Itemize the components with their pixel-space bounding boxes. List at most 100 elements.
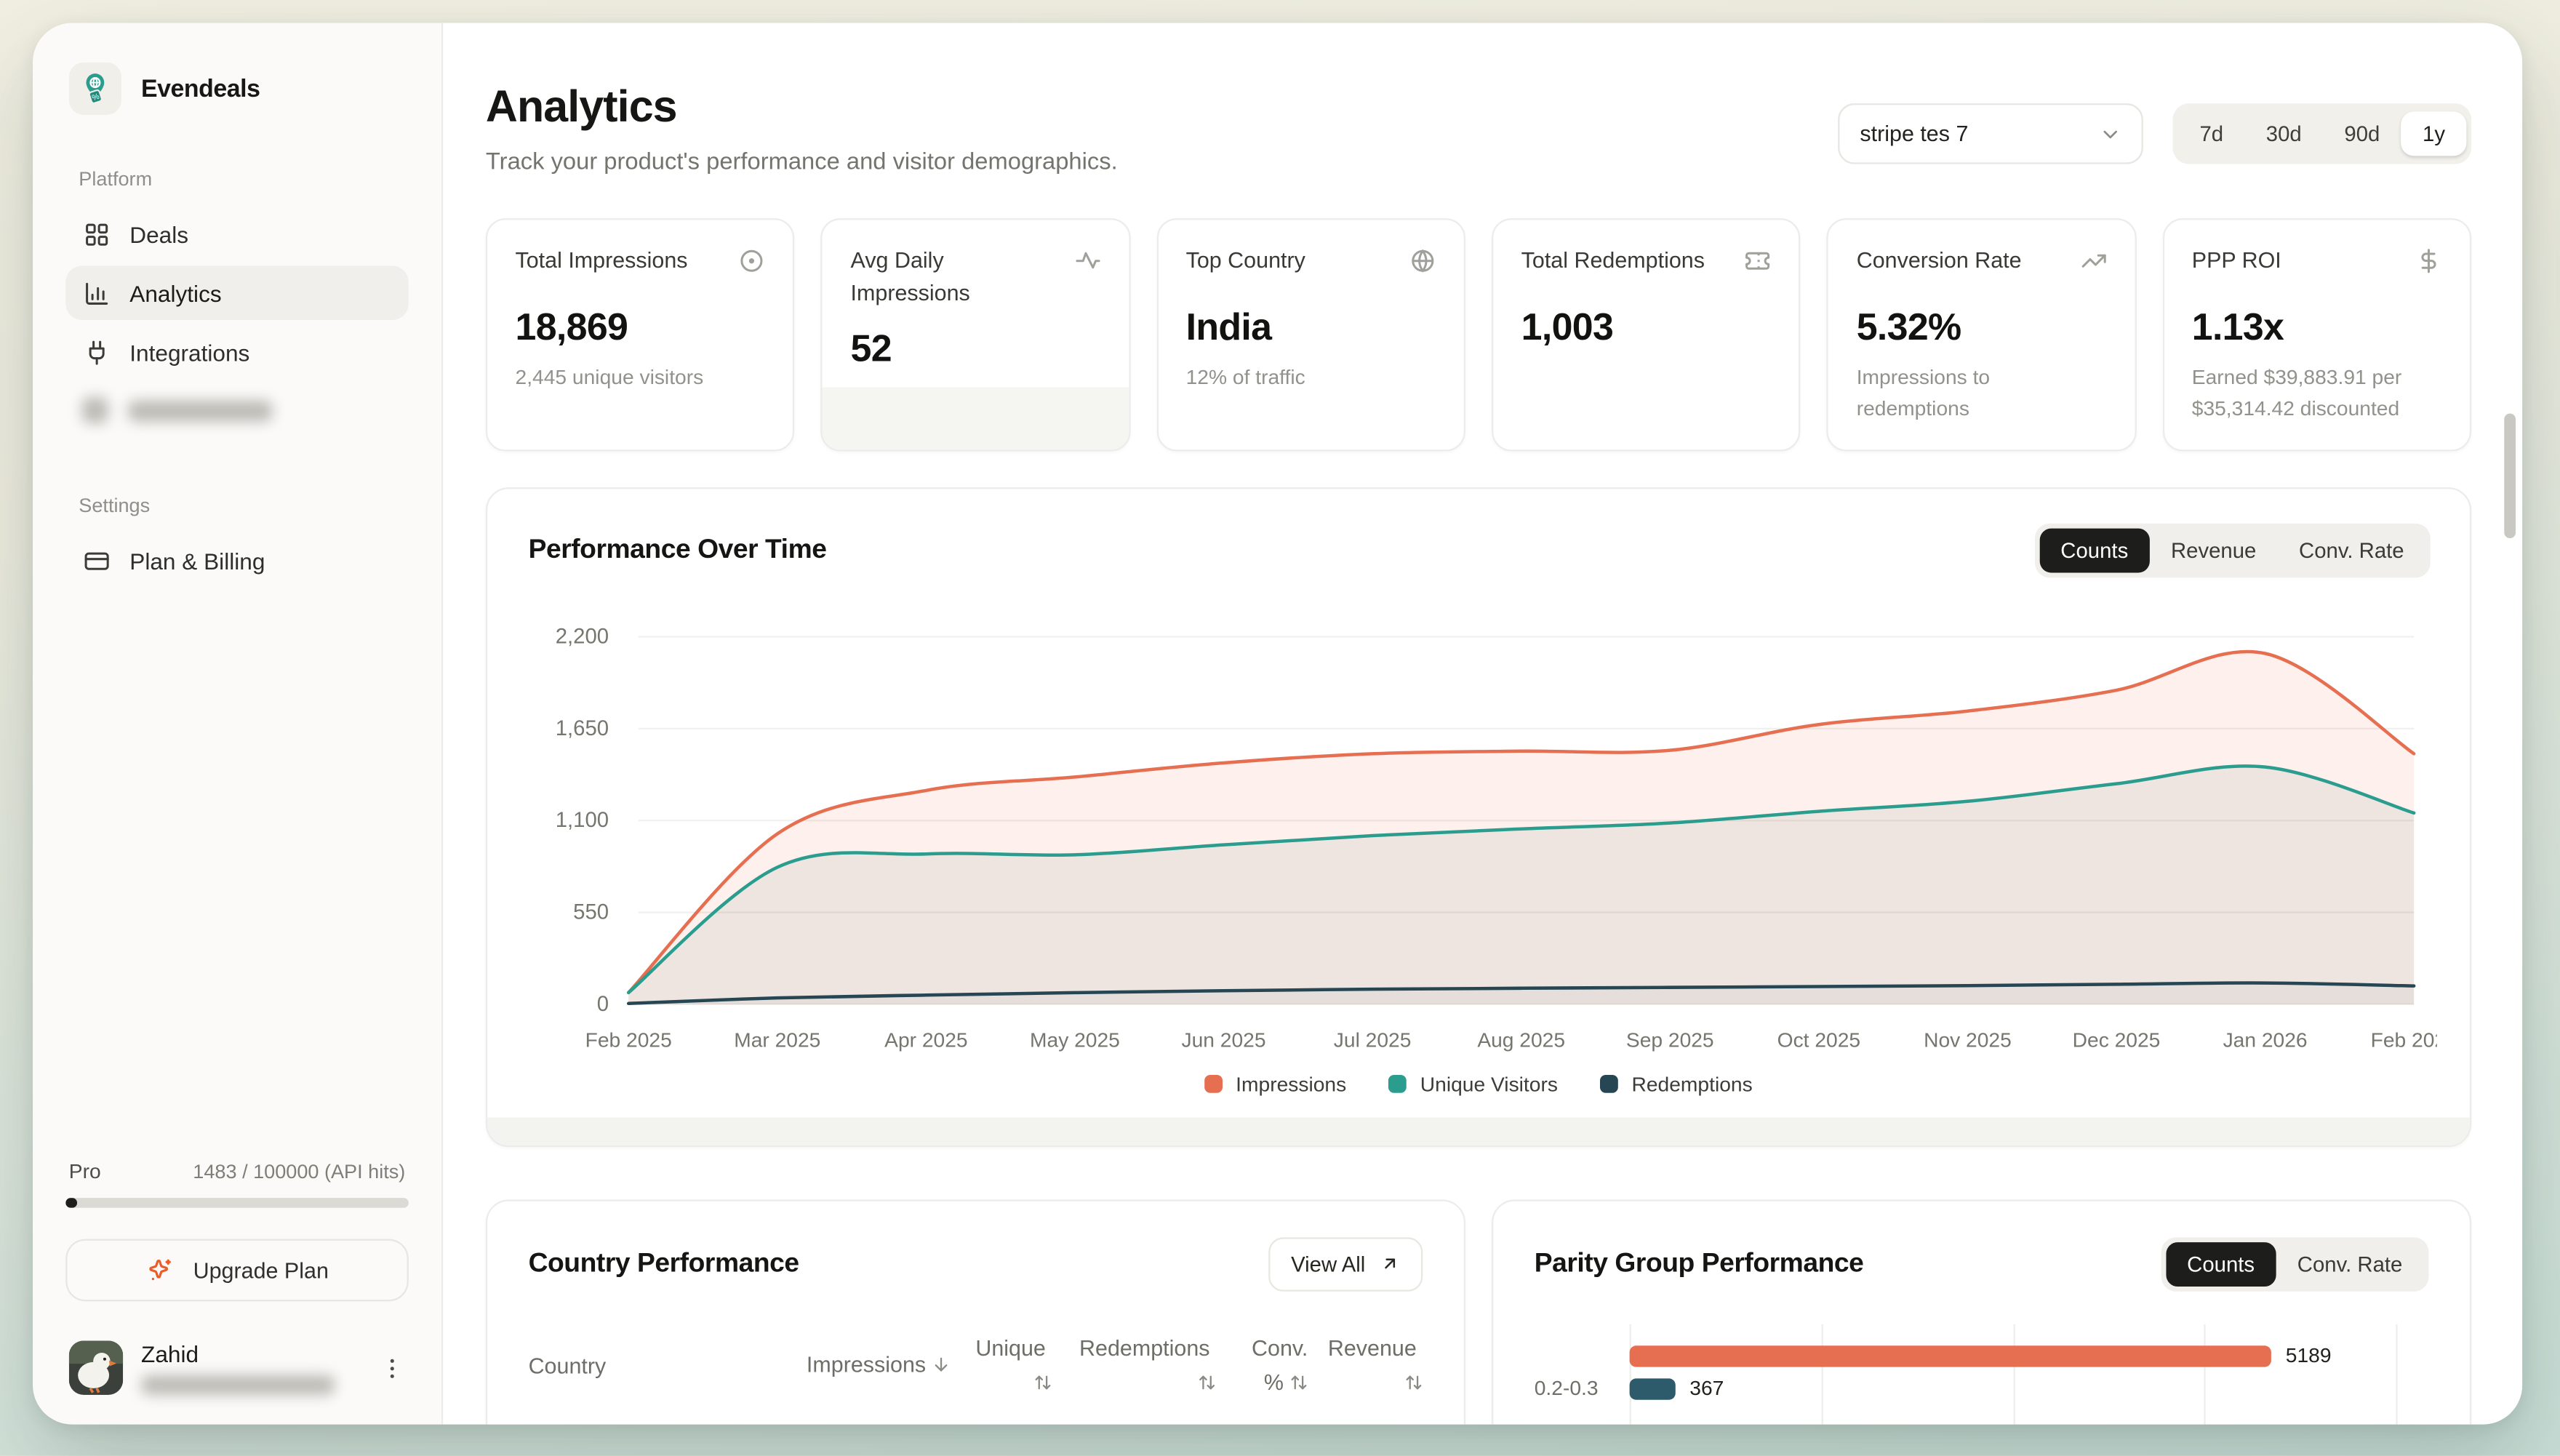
stat-title: Total Redemptions (1521, 244, 1705, 278)
legend-label: Redemptions (1632, 1073, 1753, 1096)
column-unique[interactable]: Unique (964, 1332, 1052, 1403)
settings-section-label: Settings (79, 494, 395, 517)
stat-value: India (1186, 305, 1436, 350)
api-usage-progress (65, 1198, 409, 1208)
redacted-icon (82, 397, 108, 423)
user-name: Zahid (141, 1342, 335, 1365)
upgrade-plan-button[interactable]: Upgrade Plan (65, 1239, 409, 1302)
svg-text:Oct 2025: Oct 2025 (1777, 1028, 1860, 1051)
ellipsis-vertical-icon[interactable] (379, 1355, 405, 1381)
stat-cards: Total Impressions 18,869 2,445 unique vi… (486, 218, 2471, 451)
svg-text:Sep 2025: Sep 2025 (1626, 1028, 1714, 1051)
api-usage-progress-fill (65, 1198, 77, 1208)
legend-label: Unique Visitors (1420, 1073, 1558, 1096)
performance-metric-tabs: Counts Revenue Conv. Rate (2034, 523, 2431, 577)
dollar-icon (2415, 248, 2441, 278)
stat-value: 1.13x (2192, 305, 2442, 350)
tab-conv-rate[interactable]: Conv. Rate (2278, 528, 2425, 572)
svg-text:Jan 2026: Jan 2026 (2223, 1028, 2308, 1051)
sidebar-item-label: Integrations (129, 339, 249, 365)
view-all-label: View All (1291, 1252, 1365, 1276)
stat-card-top-country: Top Country India 12% of traffic (1156, 218, 1465, 451)
stat-subtext: 12% of traffic (1186, 363, 1436, 393)
settings-nav: Plan & Billing (65, 533, 409, 592)
column-redemptions[interactable]: Redemptions (1065, 1332, 1216, 1403)
credit-card-icon (82, 546, 110, 574)
svg-text:Mar 2025: Mar 2025 (734, 1028, 820, 1051)
page-title: Analytics (486, 82, 1118, 133)
unique-visitors-swatch-icon (1389, 1076, 1407, 1094)
stat-value: 5.32% (1857, 305, 2107, 350)
impressions-bar[interactable] (1630, 1345, 2271, 1367)
sidebar-item-analytics[interactable]: Analytics (65, 266, 409, 320)
tab-parity-counts[interactable]: Counts (2166, 1242, 2276, 1287)
parity-gridlines (1630, 1324, 2396, 1424)
tab-counts[interactable]: Counts (2039, 528, 2150, 572)
sidebar-item-integrations[interactable]: Integrations (65, 325, 409, 379)
performance-title: Performance Over Time (529, 535, 827, 566)
trending-up-icon (2080, 248, 2106, 278)
upgrade-plan-label: Upgrade Plan (193, 1258, 329, 1283)
plan-name: Pro (69, 1160, 101, 1183)
vertical-scrollbar-thumb[interactable] (2504, 414, 2516, 538)
brand-name: Evendeals (141, 75, 260, 103)
sidebar-item-label: Plan & Billing (129, 548, 265, 574)
product-select[interactable]: stripe tes 7 (1839, 103, 2144, 164)
sidebar-item-redacted[interactable] (65, 384, 409, 436)
stat-card-total-impressions: Total Impressions 18,869 2,445 unique vi… (486, 218, 795, 451)
column-country[interactable]: Country (529, 1350, 793, 1384)
evendeals-logo-icon: % (69, 63, 121, 115)
tab-revenue[interactable]: Revenue (2150, 528, 2278, 572)
column-revenue[interactable]: Revenue (1321, 1332, 1423, 1403)
legend-unique-visitors: Unique Visitors (1389, 1073, 1558, 1096)
user-menu[interactable]: Zahid (65, 1340, 409, 1394)
svg-text:Feb 2026: Feb 2026 (2371, 1028, 2437, 1051)
stat-value: 18,869 (516, 305, 766, 350)
stat-subtext: Impressions to redemptions (1857, 363, 2107, 425)
stat-card-ppp-roi: PPP ROI 1.13x Earned $39,883.91 per $35,… (2162, 218, 2471, 451)
range-30d-button[interactable]: 30d (2244, 111, 2323, 156)
stat-subtext: 2,445 unique visitors (516, 363, 766, 393)
date-range-toggle: 7d 30d 90d 1y (2173, 103, 2471, 164)
arrow-up-right-icon (1380, 1254, 1400, 1273)
desktop-background: % Evendeals Platform Deals (0, 0, 2560, 1456)
brand[interactable]: % Evendeals (65, 63, 409, 115)
plug-icon (82, 338, 110, 366)
stat-title: Conversion Rate (1857, 244, 2022, 278)
sidebar-item-deals[interactable]: Deals (65, 207, 409, 260)
svg-text:Feb 2025: Feb 2025 (585, 1028, 672, 1051)
ticket-icon (1745, 248, 1771, 278)
product-select-value: stripe tes 7 (1860, 121, 1968, 146)
svg-text:550: 550 (573, 900, 609, 924)
sidebar-spacer (65, 593, 409, 1161)
redemptions-bar[interactable] (1630, 1378, 1675, 1399)
country-table-header: Country Impressions Unique Redemptions C… (529, 1332, 1423, 1425)
platform-nav: Deals Analytics Integrations (65, 207, 409, 441)
range-1y-button[interactable]: 1y (2401, 111, 2467, 156)
parity-category-label: 0.2-0.3 (1535, 1377, 1607, 1400)
stat-card-conversion-rate: Conversion Rate 5.32% Impressions to red… (1827, 218, 2136, 451)
sidebar-item-plan-billing[interactable]: Plan & Billing (65, 533, 409, 587)
view-all-button[interactable]: View All (1268, 1237, 1423, 1291)
stat-value: 52 (851, 326, 1101, 370)
stat-title: Top Country (1186, 244, 1305, 278)
sort-icon (1034, 1368, 1052, 1402)
legend-label: Impressions (1236, 1073, 1346, 1096)
header-controls: stripe tes 7 7d 30d 90d 1y (1839, 103, 2471, 164)
api-usage-text: 1483 / 100000 (API hits) (193, 1160, 405, 1183)
svg-text:2,200: 2,200 (556, 624, 609, 648)
performance-chart: 05501,1001,6502,200Feb 2025Mar 2025Apr 2… (524, 610, 2437, 1103)
tab-parity-conv-rate[interactable]: Conv. Rate (2276, 1242, 2423, 1287)
stat-card-avg-daily-impressions: Avg Daily Impressions 52 (821, 218, 1130, 451)
column-conv-pct[interactable]: Conv. % (1229, 1332, 1308, 1403)
svg-text:Aug 2025: Aug 2025 (1477, 1028, 1565, 1051)
parity-bar-chart: 0.2-0.3 5189 367 (1535, 1334, 2429, 1425)
range-90d-button[interactable]: 90d (2323, 111, 2401, 156)
range-7d-button[interactable]: 7d (2178, 111, 2244, 156)
sort-icon (1290, 1368, 1308, 1402)
svg-text:Apr 2025: Apr 2025 (884, 1028, 967, 1051)
column-impressions[interactable]: Impressions (806, 1349, 951, 1385)
bottom-row: Country Performance View All Country Imp… (486, 1199, 2471, 1425)
svg-text:Jun 2025: Jun 2025 (1182, 1028, 1266, 1051)
redemptions-swatch-icon (1601, 1076, 1619, 1094)
